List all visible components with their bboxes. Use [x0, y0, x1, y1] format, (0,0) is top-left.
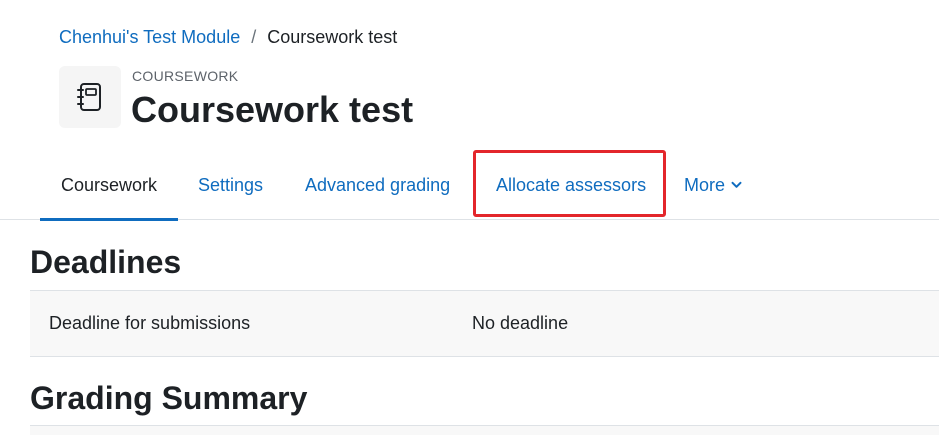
- module-type-label: COURSEWORK: [132, 68, 239, 84]
- tab-label: Coursework: [60, 174, 158, 195]
- tab-coursework[interactable]: Coursework: [40, 150, 178, 221]
- tab-label: Advanced grading: [305, 174, 451, 195]
- deadlines-table: Deadline for submissions No deadline: [30, 290, 939, 357]
- page-title: Coursework test: [131, 89, 414, 130]
- tab-label: More: [684, 174, 726, 195]
- breadcrumb-separator: /: [251, 27, 257, 47]
- tab-allocate-assessors[interactable]: Allocate assessors: [496, 150, 646, 220]
- breadcrumb-current: Coursework test: [267, 27, 398, 47]
- breadcrumb-course-link[interactable]: Chenhui's Test Module: [59, 26, 240, 48]
- grading-summary-table: [30, 425, 939, 435]
- breadcrumb: Chenhui's Test Module / Coursework test: [59, 26, 397, 48]
- deadline-value: No deadline: [472, 313, 569, 333]
- chevron-down-icon: [731, 181, 742, 189]
- tab-more[interactable]: More: [684, 150, 742, 220]
- secondary-navigation: Coursework Settings Advanced grading All…: [0, 150, 939, 221]
- tab-settings[interactable]: Settings: [198, 150, 263, 220]
- tab-advanced-grading[interactable]: Advanced grading: [305, 150, 450, 220]
- tab-label: Allocate assessors: [496, 174, 647, 195]
- notebook-icon: [59, 66, 121, 128]
- grading-summary-heading: Grading Summary: [30, 380, 308, 416]
- tab-label: Settings: [198, 174, 264, 195]
- page: Chenhui's Test Module / Coursework test …: [0, 0, 939, 435]
- deadlines-heading: Deadlines: [30, 244, 182, 280]
- deadline-label: Deadline for submissions: [49, 313, 251, 333]
